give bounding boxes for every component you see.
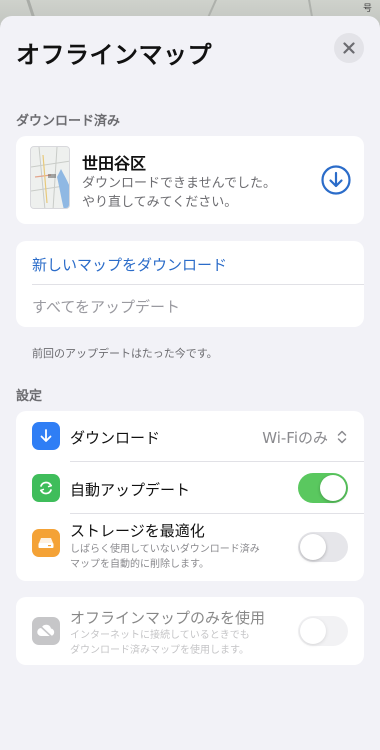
downloaded-section-label: ダウンロード済み: [16, 114, 121, 129]
settings-card: ダウンロード Wi-Fiのみ 自動アップデート ストレージを最適化 しばらく使用…: [16, 411, 364, 581]
divider: [70, 513, 364, 514]
optimize-storage-desc-line-2: マップを自動的に削除します。: [70, 559, 209, 570]
download-error-message: ダウンロードできませんでした。 やり直してみてください。: [82, 174, 282, 212]
update-all-button[interactable]: すべてをアップデート: [32, 296, 180, 317]
optimize-storage-label: ストレージを最適化: [70, 522, 205, 540]
sheet-title: オフラインマップ: [16, 41, 212, 69]
offline-maps-sheet: オフラインマップ ダウンロード済み 世田谷区 ダウンロードできませんでした。 や: [0, 16, 380, 750]
download-setting-value[interactable]: Wi-Fiのみ: [262, 427, 328, 448]
last-update-note: 前回のアップデートはたった今です。: [32, 347, 218, 360]
divider: [32, 284, 364, 285]
offline-only-label: オフラインマップのみを使用: [70, 609, 266, 627]
downloaded-map-item[interactable]: 世田谷区 ダウンロードできませんでした。 やり直してみてください。: [16, 136, 364, 224]
optimize-storage-desc-line-1: しばらく使用していないダウンロード済み: [70, 544, 260, 555]
download-circle-icon: [321, 165, 351, 195]
retry-download-button[interactable]: [320, 164, 352, 196]
offline-only-description: インターネットに接続しているときでも ダウンロード済みマップを使用します。: [70, 628, 290, 658]
download-error-line-2: やり直してみてください。: [82, 195, 238, 210]
download-new-map-link[interactable]: 新しいマップをダウンロード: [32, 254, 227, 275]
cloud-offline-icon: [32, 617, 60, 645]
divider: [70, 461, 364, 462]
offline-only-toggle[interactable]: [298, 616, 348, 646]
region-name: 世田谷区: [82, 154, 147, 173]
map-label: 号: [362, 4, 372, 14]
optimize-storage-toggle[interactable]: [298, 532, 348, 562]
download-error-line-1: ダウンロードできませんでした。: [82, 176, 276, 191]
auto-update-label: 自動アップデート: [70, 481, 191, 499]
close-icon: [343, 42, 355, 54]
optimize-storage-description: しばらく使用していないダウンロード済み マップを自動的に削除します。: [70, 542, 290, 572]
offline-only-card: オフラインマップのみを使用 インターネットに接続しているときでも ダウンロード済…: [16, 597, 364, 665]
map-actions-card: 新しいマップをダウンロード すべてをアップデート: [16, 241, 364, 327]
storage-drive-icon: [32, 529, 60, 557]
close-button[interactable]: [334, 33, 364, 63]
offline-only-desc-line-2: ダウンロード済みマップを使用します。: [70, 645, 249, 656]
chevron-up-down-icon[interactable]: [336, 429, 348, 445]
auto-update-toggle[interactable]: [298, 473, 348, 503]
download-setting-label: ダウンロード: [70, 429, 161, 447]
refresh-icon: [32, 474, 60, 502]
settings-section-label: 設定: [16, 389, 43, 404]
map-thumbnail: [30, 146, 70, 209]
download-arrow-icon: [32, 422, 60, 450]
offline-only-desc-line-1: インターネットに接続しているときでも: [70, 630, 250, 641]
